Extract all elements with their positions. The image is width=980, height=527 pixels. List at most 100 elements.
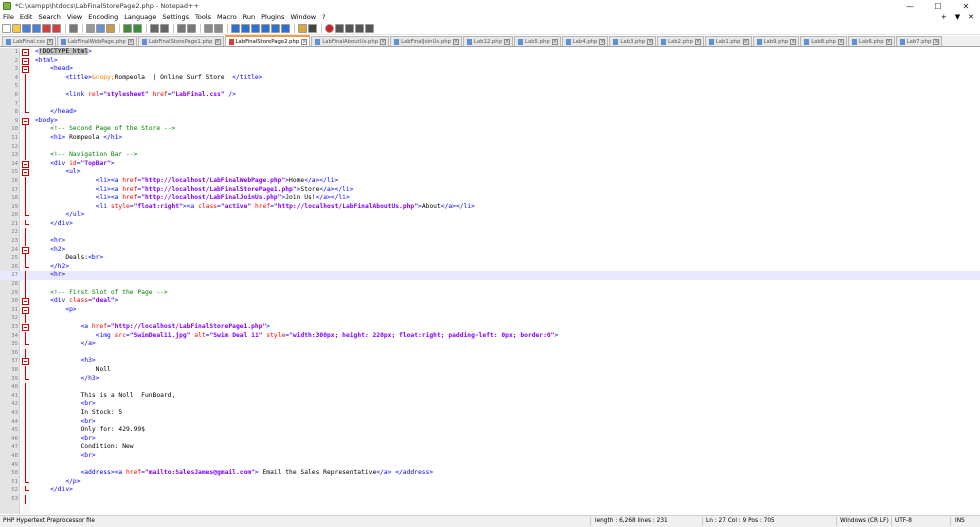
fold-toggle-icon[interactable] <box>22 117 29 125</box>
menu-encoding[interactable]: Encoding <box>88 13 118 21</box>
menu-settings[interactable]: Settings <box>162 13 189 21</box>
folder-workspace-icon[interactable] <box>298 24 307 33</box>
code-line[interactable]: 47 Condition: New <box>0 443 980 453</box>
doc-map-icon[interactable] <box>271 24 280 33</box>
new-tab-button[interactable]: + <box>941 13 947 21</box>
undo-icon[interactable] <box>123 24 132 33</box>
code-line[interactable]: 3 <head> <box>0 65 980 74</box>
code-line[interactable]: 8 </head> <box>0 108 980 117</box>
menu-help[interactable]: ? <box>322 13 325 21</box>
tab-labfinalstorepage2-php[interactable]: LabFinalStorePage2.php × <box>224 35 311 46</box>
code-line[interactable]: 35 </a> <box>0 340 980 349</box>
menu-tools[interactable]: Tools <box>195 13 211 21</box>
code-line[interactable]: 27 <hr> <box>0 271 980 281</box>
code-line[interactable]: 5 <box>0 82 980 92</box>
record-icon[interactable] <box>325 24 334 33</box>
close-icon[interactable] <box>42 24 51 33</box>
status-encoding[interactable]: UTF-8 <box>895 518 912 524</box>
code-line[interactable]: 38 Noll <box>0 365 980 375</box>
code-line[interactable]: 17 <li><a href="http://localhost/LabFina… <box>0 185 980 195</box>
menu-plugins[interactable]: Plugins <box>261 13 284 21</box>
code-line[interactable]: 37 <h3> <box>0 357 980 366</box>
code-line[interactable]: 14 <div id="TopBar"> <box>0 160 980 169</box>
tab-lab9-php[interactable]: Lab9.php × <box>752 36 800 46</box>
save-icon[interactable] <box>22 24 31 33</box>
code-line[interactable]: 28 <box>0 280 980 290</box>
code-line[interactable]: 48 <br> <box>0 451 980 461</box>
tab-lab7-php[interactable]: Lab7.php × <box>895 36 943 46</box>
tab-labfinaljoinus-php[interactable]: LabFinalJoinUs.php × <box>390 36 462 46</box>
code-line[interactable]: 9 <body> <box>0 117 980 126</box>
tab-close-icon[interactable]: × <box>301 38 308 45</box>
tab-close-icon[interactable]: × <box>885 38 892 45</box>
code-line[interactable]: 40 <box>0 383 980 393</box>
code-line[interactable]: 12 <box>0 142 980 152</box>
sync-h-icon[interactable] <box>214 24 223 33</box>
menu-search[interactable]: Search <box>38 13 60 21</box>
status-eol[interactable]: Windows (CR LF) <box>840 518 889 524</box>
tab-close-icon[interactable]: × <box>790 38 797 45</box>
new-icon[interactable] <box>2 24 11 33</box>
zoom-out-icon[interactable] <box>187 24 196 33</box>
close-window-button[interactable]: ✕ <box>952 0 980 12</box>
code-line[interactable]: 10 <!-- Second Page of the Store --> <box>0 125 980 135</box>
code-line[interactable]: 29 <!-- First Slot of the Page --> <box>0 288 980 298</box>
tab-close-icon[interactable]: × <box>127 38 134 45</box>
menu-macro[interactable]: Macro <box>217 13 237 21</box>
fold-toggle-icon[interactable] <box>22 246 29 254</box>
menu-run[interactable]: Run <box>243 13 255 21</box>
tab-close-icon[interactable]: × <box>504 38 510 45</box>
tab-close-icon[interactable]: × <box>214 38 221 45</box>
menu-view[interactable]: View <box>67 13 82 21</box>
fold-toggle-icon[interactable] <box>22 169 29 177</box>
code-line[interactable]: 23 <hr> <box>0 237 980 247</box>
code-line[interactable]: 36 <box>0 348 980 358</box>
udl-icon[interactable] <box>261 24 270 33</box>
close-all-icon[interactable] <box>52 24 61 33</box>
tab-close-icon[interactable]: × <box>452 38 459 45</box>
tab-lab1-php[interactable]: Lab1.php × <box>704 36 752 46</box>
tab-labfinal-css[interactable]: LabFinal.css × <box>2 36 56 46</box>
paste-icon[interactable] <box>106 24 115 33</box>
code-line[interactable]: 34 <img src="SwimDeal11.jpg" alt="Swim D… <box>0 331 980 341</box>
redo-icon[interactable] <box>133 24 142 33</box>
tab-lab5-php[interactable]: Lab5.php × <box>514 36 561 46</box>
tab-close-icon[interactable]: × <box>742 38 749 45</box>
replace-icon[interactable] <box>160 24 169 33</box>
copy-icon[interactable] <box>96 24 105 33</box>
code-line[interactable]: 52 </div> <box>0 486 980 495</box>
save-macro-icon[interactable] <box>365 24 374 33</box>
code-line[interactable]: 4 <title>&copy;Rompeola | Online Surf St… <box>0 73 980 83</box>
tab-lab4-php[interactable]: Lab4.php × <box>561 36 609 46</box>
close-doc-button[interactable]: ✕ <box>968 13 974 21</box>
code-line[interactable]: 51 </p> <box>0 477 980 487</box>
code-line[interactable]: 42 <br> <box>0 400 980 410</box>
tab-close-icon[interactable]: × <box>46 38 53 45</box>
menu-window[interactable]: Window <box>290 13 316 21</box>
code-line[interactable]: 22 <box>0 228 980 238</box>
code-line[interactable]: 49 <box>0 460 980 470</box>
stop-icon[interactable] <box>335 24 344 33</box>
code-line[interactable]: 39 </h3> <box>0 374 980 384</box>
code-line[interactable]: 2 <html> <box>0 57 980 66</box>
menu-language[interactable]: Language <box>124 13 156 21</box>
tab-labfinalstorepage1-php[interactable]: LabFinalStorePage1.php × <box>137 36 224 46</box>
fold-toggle-icon[interactable] <box>22 49 29 56</box>
code-line[interactable]: 24 <h2> <box>0 246 980 255</box>
tab-lab6-php[interactable]: Lab6.php × <box>847 36 895 46</box>
code-line[interactable]: 31 <p> <box>0 306 980 315</box>
tab-lab8-php[interactable]: Lab8.php × <box>800 36 847 46</box>
print-icon[interactable] <box>69 24 78 33</box>
play-icon[interactable] <box>345 24 354 33</box>
tab-close-icon[interactable]: × <box>380 38 387 45</box>
tab-labfinalaboutus-php[interactable]: LabFinalAboutUs.php × <box>311 36 390 46</box>
code-line[interactable]: 21 </div> <box>0 219 980 229</box>
code-line[interactable]: 7 <box>0 99 980 109</box>
tab-lab12-php[interactable]: Lab12.php × <box>462 36 513 46</box>
code-line[interactable]: 32 <box>0 314 980 324</box>
code-line[interactable]: 41 This is a Noll FunBoard, <box>0 391 980 401</box>
menu-file[interactable]: File <box>3 13 14 21</box>
menu-edit[interactable]: Edit <box>20 13 33 21</box>
play-multi-icon[interactable] <box>355 24 364 33</box>
code-line[interactable]: 13 <!-- Navigation Bar --> <box>0 151 980 161</box>
